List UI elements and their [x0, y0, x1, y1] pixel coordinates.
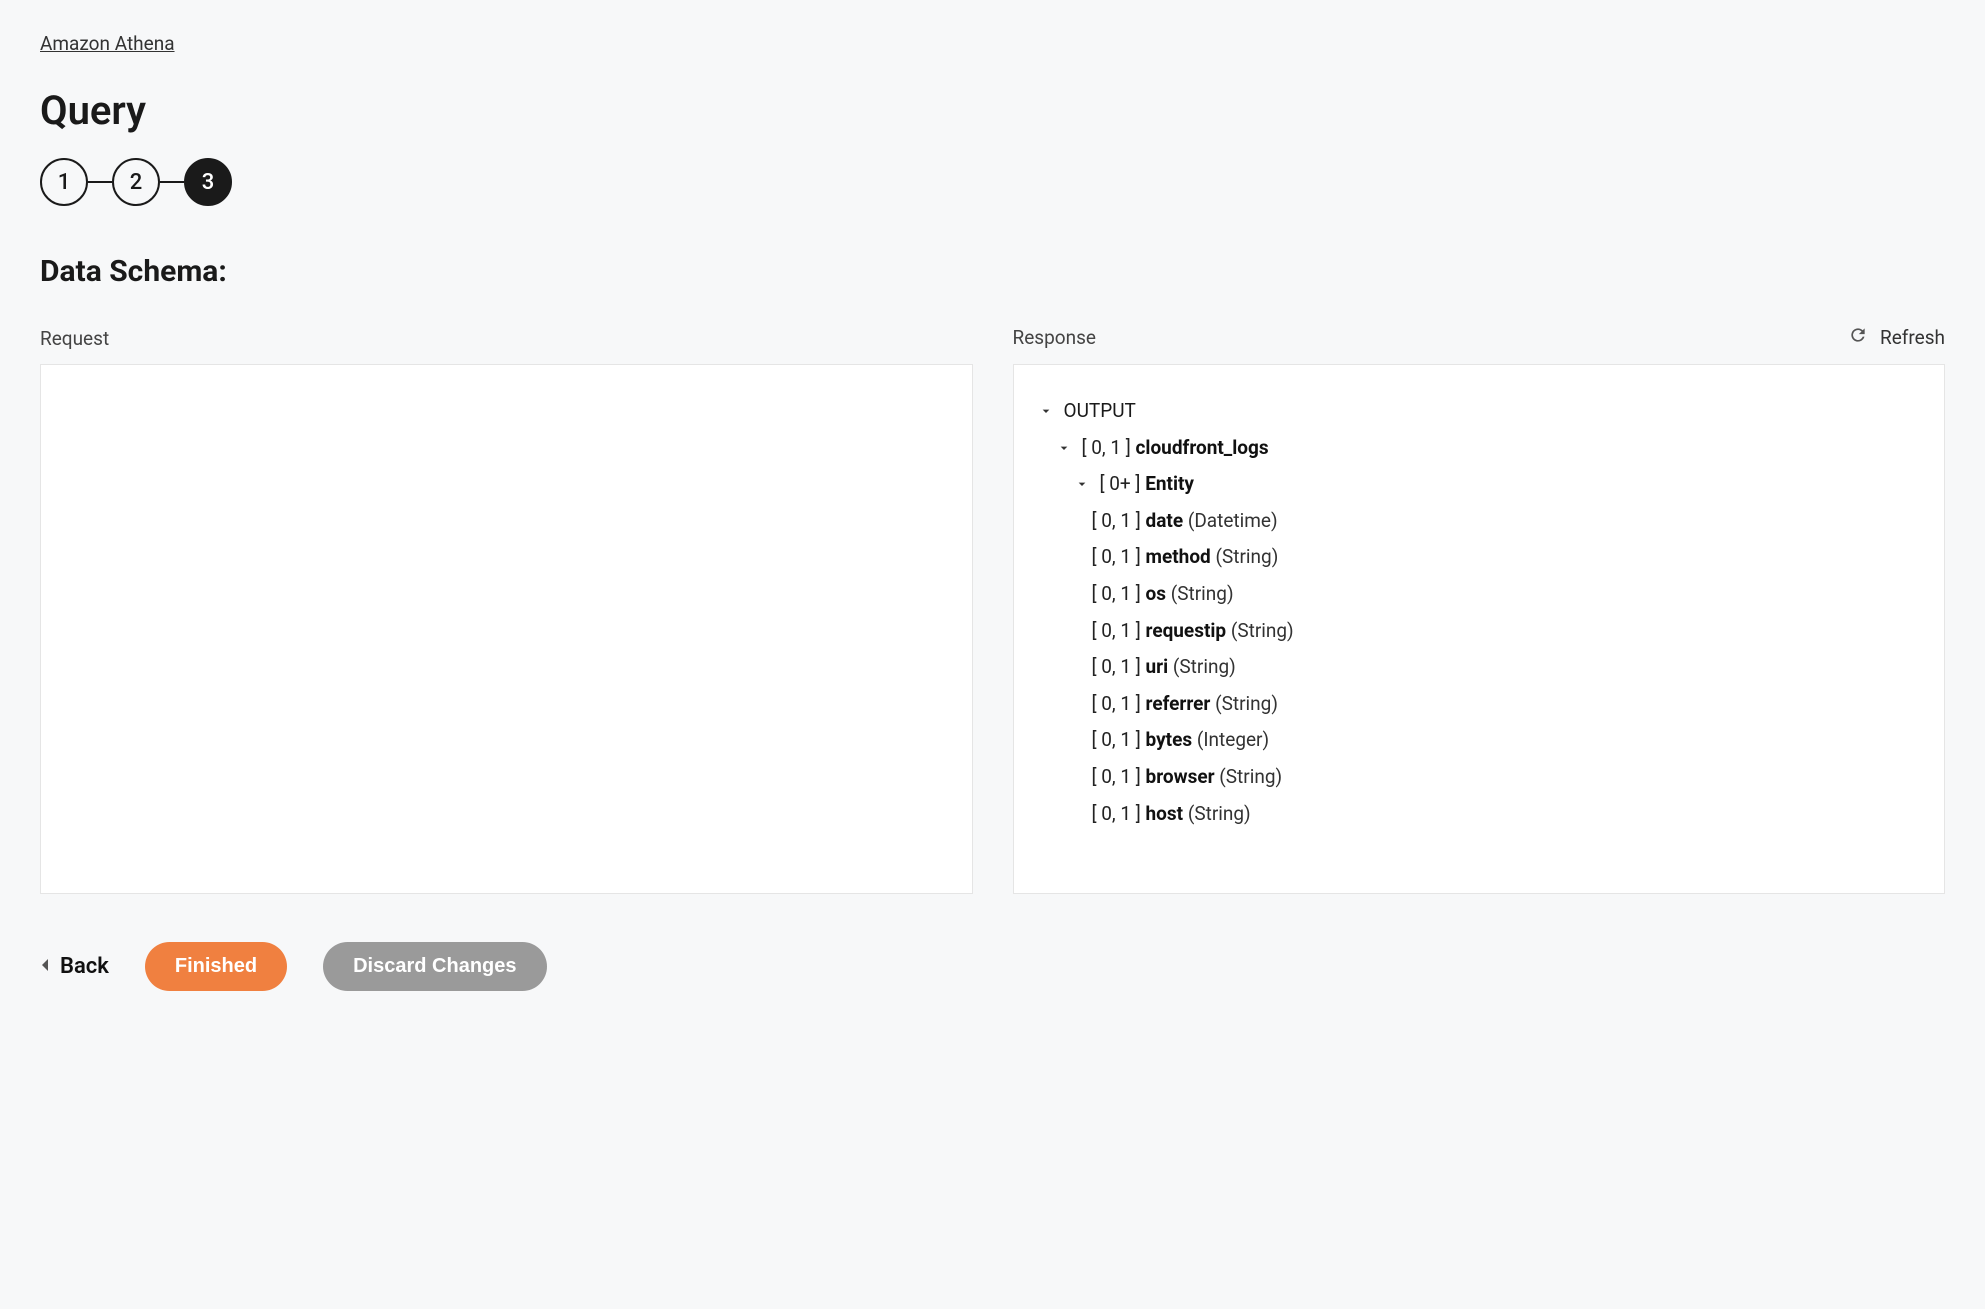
tree-field[interactable]: [ 0, 1 ] requestip (String)	[1092, 613, 1921, 650]
tree-field[interactable]: [ 0, 1 ] host (String)	[1092, 796, 1921, 833]
breadcrumb-link[interactable]: Amazon Athena	[40, 32, 175, 55]
fade-overlay	[1014, 877, 1945, 893]
cardinality: [ 0, 1 ]	[1092, 765, 1141, 788]
section-title: Data Schema:	[40, 254, 1945, 289]
cardinality: [ 0, 1 ]	[1092, 582, 1141, 605]
chevron-down-icon	[1038, 403, 1054, 419]
chevron-down-icon	[1056, 440, 1072, 456]
tree-node-label: OUTPUT	[1064, 398, 1136, 425]
field-name: host	[1146, 802, 1184, 825]
tree-field[interactable]: [ 0, 1 ] uri (String)	[1092, 649, 1921, 686]
schema-tree: OUTPUT [ 0, 1 ] cloudfront_logs [ 0+ ]	[1014, 365, 1945, 840]
field-name: os	[1146, 582, 1166, 605]
tree-node-cloudfront-logs[interactable]: [ 0, 1 ] cloudfront_logs	[1056, 430, 1921, 467]
tree-field[interactable]: [ 0, 1 ] os (String)	[1092, 576, 1921, 613]
field-type: (String)	[1188, 802, 1251, 825]
field-name: date	[1146, 509, 1184, 532]
field-type: (Datetime)	[1188, 509, 1278, 532]
refresh-label: Refresh	[1880, 326, 1945, 349]
step-connector	[88, 181, 112, 183]
tree-field[interactable]: [ 0, 1 ] bytes (Integer)	[1092, 722, 1921, 759]
request-label: Request	[40, 327, 109, 350]
field-name: bytes	[1146, 728, 1193, 751]
step-3[interactable]: 3	[184, 158, 232, 206]
field-name: uri	[1146, 655, 1169, 678]
chevron-down-icon	[1074, 476, 1090, 492]
back-button[interactable]: Back	[40, 954, 109, 979]
field-type: (String)	[1215, 545, 1278, 568]
discard-changes-button[interactable]: Discard Changes	[323, 942, 546, 991]
chevron-left-icon	[40, 954, 50, 979]
field-type: (String)	[1173, 655, 1236, 678]
tree-node-label: Entity	[1145, 472, 1194, 495]
refresh-button[interactable]: Refresh	[1848, 325, 1945, 350]
tree-field[interactable]: [ 0, 1 ] date (Datetime)	[1092, 503, 1921, 540]
finished-button[interactable]: Finished	[145, 942, 287, 991]
response-label: Response	[1013, 326, 1096, 349]
back-label: Back	[60, 954, 109, 979]
field-type: (String)	[1171, 582, 1234, 605]
tree-node-label: cloudfront_logs	[1136, 436, 1269, 459]
cardinality: [ 0, 1 ]	[1092, 545, 1141, 568]
field-name: method	[1146, 545, 1211, 568]
response-panel: OUTPUT [ 0, 1 ] cloudfront_logs [ 0+ ]	[1013, 364, 1946, 894]
tree-field[interactable]: [ 0, 1 ] method (String)	[1092, 539, 1921, 576]
field-name: requestip	[1146, 619, 1227, 642]
tree-node-output[interactable]: OUTPUT	[1038, 393, 1921, 430]
step-2[interactable]: 2	[112, 158, 160, 206]
tree-field[interactable]: [ 0, 1 ] referrer (String)	[1092, 686, 1921, 723]
cardinality: [ 0, 1 ]	[1082, 436, 1131, 459]
cardinality: [ 0+ ]	[1100, 472, 1141, 495]
step-connector	[160, 181, 184, 183]
step-1[interactable]: 1	[40, 158, 88, 206]
cardinality: [ 0, 1 ]	[1092, 619, 1141, 642]
field-name: browser	[1146, 765, 1215, 788]
field-type: (Integer)	[1197, 728, 1269, 751]
cardinality: [ 0, 1 ]	[1092, 728, 1141, 751]
page-title: Query	[40, 87, 1945, 134]
tree-field[interactable]: [ 0, 1 ] browser (String)	[1092, 759, 1921, 796]
cardinality: [ 0, 1 ]	[1092, 802, 1141, 825]
cardinality: [ 0, 1 ]	[1092, 692, 1141, 715]
refresh-icon	[1848, 325, 1868, 350]
cardinality: [ 0, 1 ]	[1092, 655, 1141, 678]
field-name: referrer	[1146, 692, 1211, 715]
request-panel	[40, 364, 973, 894]
stepper: 1 2 3	[40, 158, 1945, 206]
field-type: (String)	[1215, 692, 1278, 715]
cardinality: [ 0, 1 ]	[1092, 509, 1141, 532]
tree-node-entity[interactable]: [ 0+ ] Entity	[1074, 466, 1921, 503]
field-type: (String)	[1231, 619, 1294, 642]
field-type: (String)	[1219, 765, 1282, 788]
